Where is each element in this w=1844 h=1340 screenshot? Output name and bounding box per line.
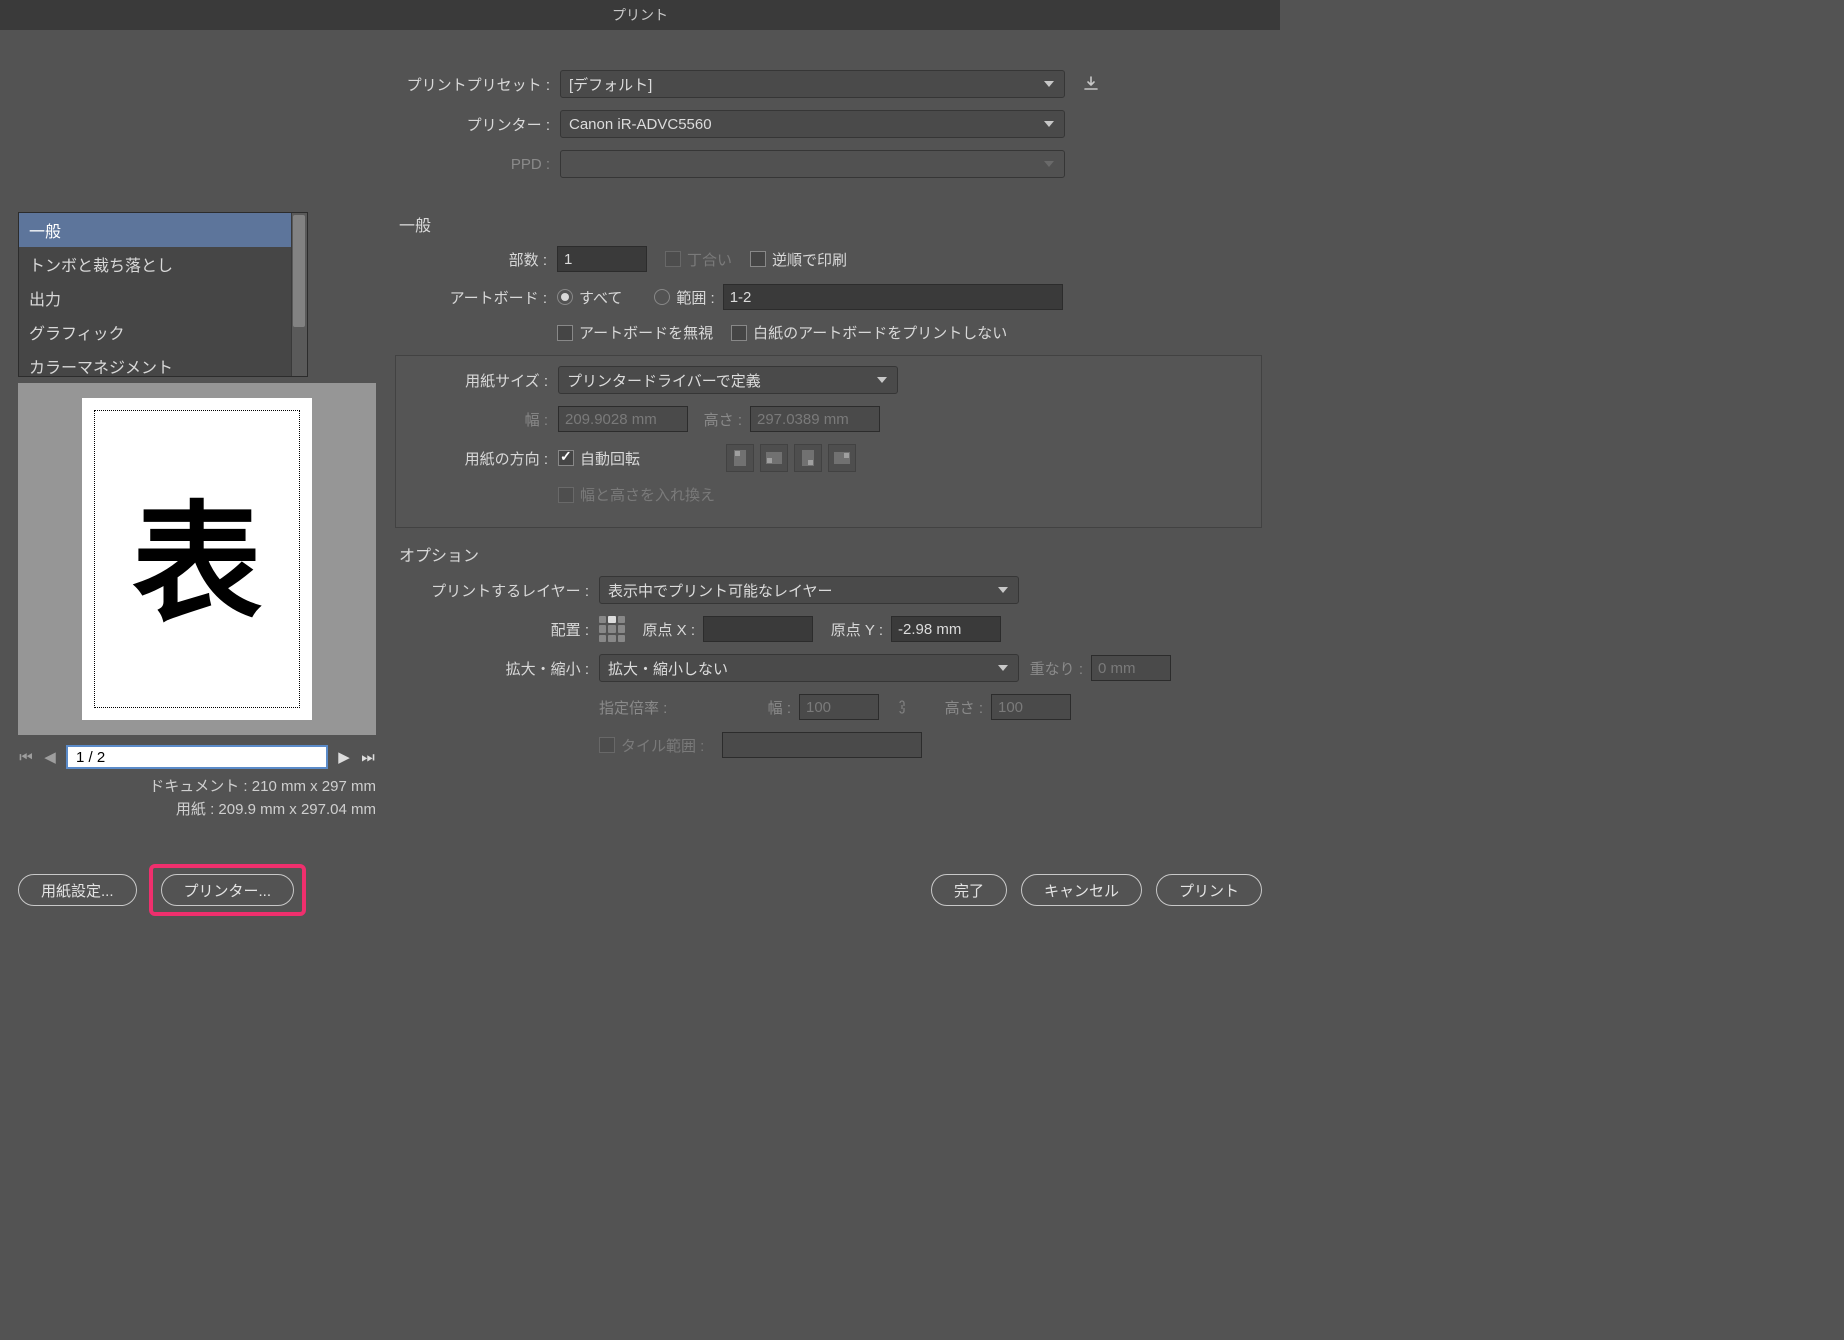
category-output[interactable]: 出力 (19, 281, 307, 315)
nav-prev-icon[interactable]: ◀ (42, 749, 58, 765)
done-button[interactable]: 完了 (931, 874, 1007, 906)
cs-height-input (991, 694, 1071, 720)
layers-select[interactable]: 表示中でプリント可能なレイヤー (599, 576, 1019, 604)
origin-y-label: 原点 Y : (813, 619, 891, 640)
category-graphics[interactable]: グラフィック (19, 315, 307, 349)
skip-blank-checkbox[interactable] (731, 325, 747, 341)
copies-label: 部数 : (395, 249, 557, 270)
placement-grid[interactable] (599, 616, 625, 642)
nav-next-icon[interactable]: ▶ (336, 749, 352, 765)
scaling-label: 拡大・縮小 : (395, 658, 599, 679)
cs-width-input (799, 694, 879, 720)
print-button[interactable]: プリント (1156, 874, 1262, 906)
section-general-heading: 一般 (399, 212, 1262, 236)
artboard-label: アートボード : (395, 287, 557, 308)
cs-width-label: 幅 : (689, 697, 799, 718)
artboard-range-radio[interactable] (654, 289, 670, 305)
category-scrollbar[interactable] (291, 213, 307, 376)
window-title: プリント (0, 0, 1280, 30)
paper-width-label: 幅 : (396, 409, 558, 430)
tile-range-label: タイル範囲 : (621, 735, 704, 756)
link-icon (891, 696, 913, 718)
highlight-annotation: プリンター... (149, 864, 307, 916)
section-options-heading: オプション (399, 542, 1262, 566)
preview-meta: ドキュメント : 210 mm x 297 mm 用紙 : 209.9 mm x… (18, 776, 376, 821)
page-indicator-input[interactable] (66, 745, 328, 769)
cancel-button[interactable]: キャンセル (1021, 874, 1142, 906)
overlap-input (1091, 655, 1171, 681)
paper-size-select[interactable]: プリンタードライバーで定義 (558, 366, 898, 394)
category-marks-bleed[interactable]: トンボと裁ち落とし (19, 247, 307, 281)
scaling-select[interactable]: 拡大・縮小しない (599, 654, 1019, 682)
printer-label: プリンター : (0, 114, 560, 135)
preset-select[interactable]: [デフォルト] (560, 70, 1065, 98)
paper-setup-button[interactable]: 用紙設定... (18, 874, 137, 906)
tile-range-checkbox (599, 737, 615, 753)
tile-range-input (722, 732, 922, 758)
auto-rotate-checkbox[interactable] (558, 450, 574, 466)
placement-label: 配置 : (395, 619, 599, 640)
category-general[interactable]: 一般 (19, 213, 307, 247)
preset-label: プリントプリセット : (0, 74, 560, 95)
paper-size-label: 用紙サイズ : (396, 370, 558, 391)
paper-height-input (750, 406, 880, 432)
reverse-checkbox[interactable] (750, 251, 766, 267)
origin-y-input[interactable] (891, 616, 1001, 642)
nav-first-icon[interactable]: ⏮ (18, 749, 34, 765)
cs-height-label: 高さ : (925, 697, 991, 718)
skip-blank-label: 白紙のアートボードをプリントしない (753, 322, 1007, 343)
layers-label: プリントするレイヤー : (395, 580, 599, 601)
artboard-all-label: すべて (579, 287, 622, 308)
paper-width-input (558, 406, 688, 432)
save-preset-icon[interactable] (1079, 72, 1103, 96)
preview-content: 表 (132, 459, 262, 647)
orientation-label: 用紙の方向 : (396, 448, 558, 469)
ignore-artboard-label: アートボードを無視 (579, 322, 713, 343)
printer-select[interactable]: Canon iR-ADVC5560 (560, 110, 1065, 138)
preview-page: 表 (82, 398, 312, 720)
ppd-label: PPD : (0, 156, 560, 173)
nav-last-icon[interactable]: ⏭ (360, 749, 376, 765)
ignore-artboard-checkbox[interactable] (557, 325, 573, 341)
range-input[interactable] (723, 284, 1063, 310)
ppd-select (560, 150, 1065, 178)
orient-landscape-left-icon (760, 444, 788, 472)
artboard-all-radio[interactable] (557, 289, 573, 305)
orient-landscape-right-icon (828, 444, 856, 472)
collate-label: 丁合い (687, 249, 732, 270)
preview-area: 表 (18, 383, 376, 735)
reverse-label: 逆順で印刷 (772, 249, 847, 270)
category-color-management[interactable]: カラーマネジメント (19, 349, 307, 377)
origin-x-label: 原点 X : (625, 619, 703, 640)
printer-button[interactable]: プリンター... (161, 874, 295, 906)
collate-checkbox (665, 251, 681, 267)
copies-input[interactable] (557, 246, 647, 272)
origin-x-input[interactable] (703, 616, 813, 642)
custom-scale-label: 指定倍率 : (599, 697, 689, 718)
category-list: 一般 トンボと裁ち落とし 出力 グラフィック カラーマネジメント (18, 212, 308, 377)
swap-wh-label: 幅と高さを入れ換え (580, 484, 715, 505)
orient-portrait-down-icon (794, 444, 822, 472)
auto-rotate-label: 自動回転 (580, 448, 640, 469)
artboard-range-label: 範囲 : (676, 287, 714, 308)
swap-wh-checkbox (558, 487, 574, 503)
overlap-label: 重なり : (1019, 658, 1091, 679)
orient-portrait-up-icon (726, 444, 754, 472)
paper-height-label: 高さ : (688, 409, 750, 430)
